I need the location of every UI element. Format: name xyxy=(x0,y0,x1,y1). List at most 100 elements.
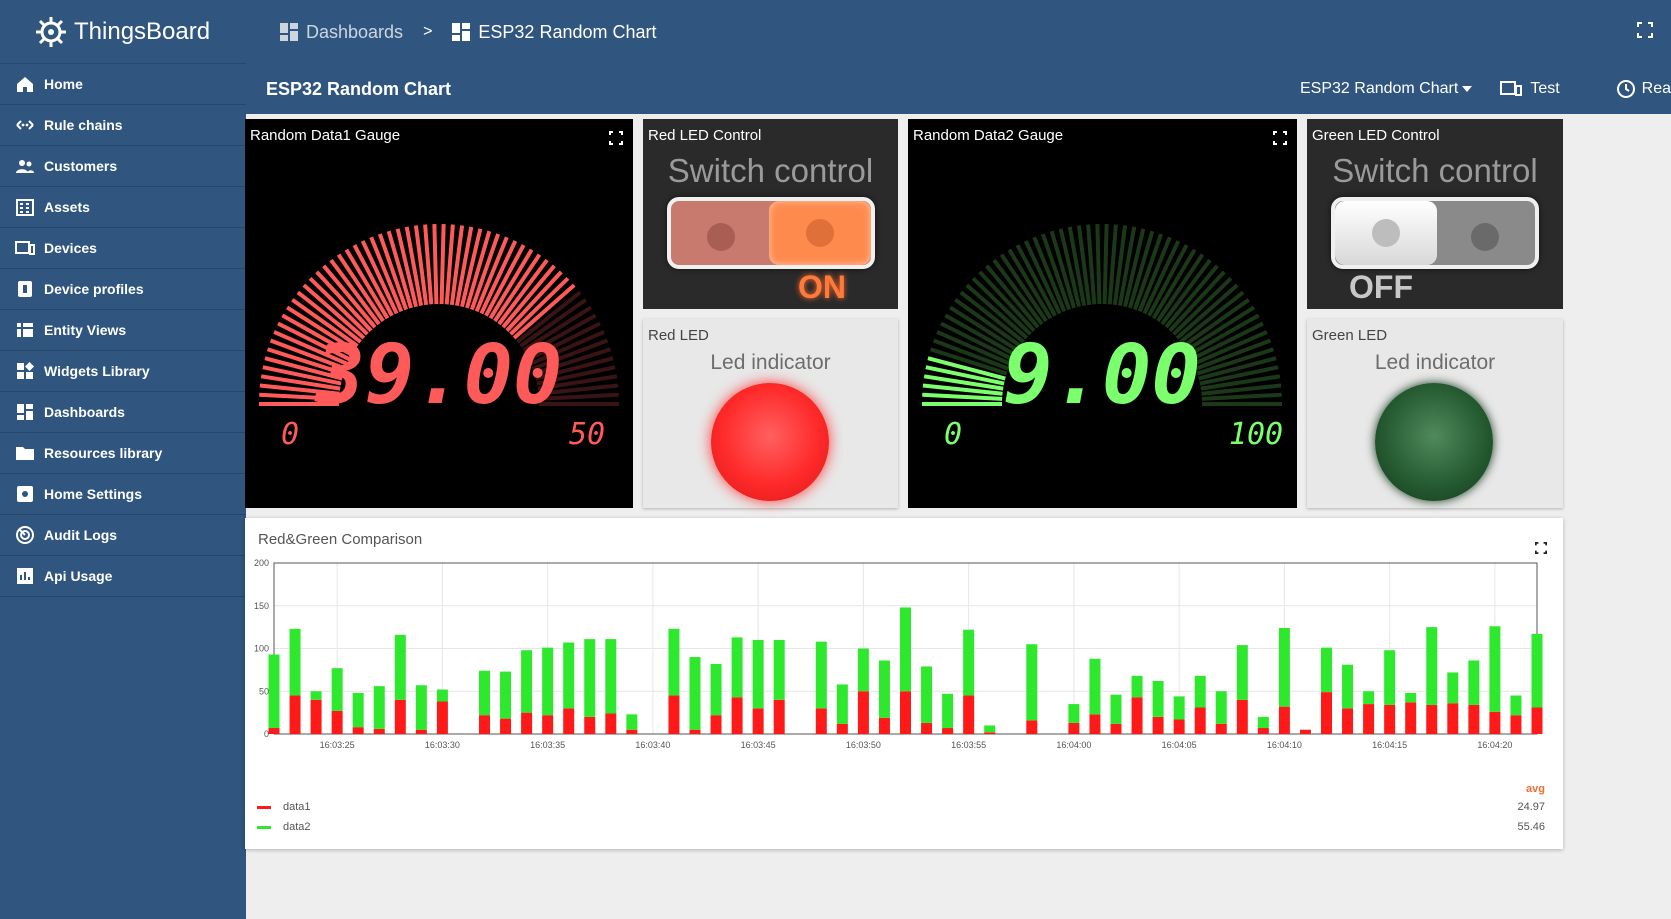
sidebar-item-devices[interactable]: Devices xyxy=(0,228,246,269)
bar-data1 xyxy=(1194,707,1206,734)
entity-alias-button[interactable]: Test xyxy=(1500,80,1587,98)
x-tick-label: 16:04:15 xyxy=(1372,740,1407,750)
bar-data2 xyxy=(689,657,701,730)
gauge-tick xyxy=(432,224,439,305)
y-tick-label: 50 xyxy=(259,686,269,696)
logo[interactable]: ThingsBoard xyxy=(0,0,246,64)
logo-text: ThingsBoard xyxy=(74,17,211,45)
sidebar-item-label: Device profiles xyxy=(44,281,144,297)
bar-data1 xyxy=(1405,702,1417,734)
sidebar-item-widgets-library[interactable]: Widgets Library xyxy=(0,351,246,392)
bar-data2 xyxy=(415,685,427,730)
bar-data2 xyxy=(1026,644,1038,721)
bar-data2 xyxy=(1405,692,1417,703)
legend-item-data1[interactable]: data1 xyxy=(257,801,311,813)
bar-data1 xyxy=(268,728,280,734)
fullscreen-icon[interactable] xyxy=(1535,542,1547,554)
bar-data1 xyxy=(878,717,890,734)
legend-avg-value: 55.46 xyxy=(1517,821,1545,833)
bar-data2 xyxy=(1068,704,1080,723)
widgets-icon xyxy=(14,361,36,381)
gauge-tick xyxy=(1102,224,1109,305)
gauge-tick xyxy=(1201,392,1282,401)
bar-data1 xyxy=(1426,704,1438,734)
bar-data2 xyxy=(268,654,280,729)
thingsboard-logo-icon xyxy=(36,16,66,47)
red-led-indicator xyxy=(711,383,829,501)
gauge-max-label: 50 xyxy=(569,417,605,452)
sidebar-item-home[interactable]: Home xyxy=(0,64,246,105)
sidebar-item-api-usage[interactable]: Api Usage xyxy=(0,556,246,597)
sidebar-item-entity-views[interactable]: Entity Views xyxy=(0,310,246,351)
bar-data1 xyxy=(542,715,554,734)
bar-data2 xyxy=(1468,660,1480,705)
bar-data1 xyxy=(1152,716,1164,734)
bar-data1 xyxy=(752,708,764,734)
sidebar-item-label: Home xyxy=(44,76,83,92)
gauge-value: 39.00 xyxy=(314,328,563,423)
bar-data2 xyxy=(710,663,722,716)
bar-data1 xyxy=(1110,723,1122,734)
bar-data1 xyxy=(479,715,490,734)
toggle-dot-icon xyxy=(806,219,834,247)
chart-title: Red&Green Comparison xyxy=(258,531,423,548)
sidebar-item-label: Audit Logs xyxy=(44,527,118,543)
bar-data1 xyxy=(668,695,680,734)
bar-data1 xyxy=(921,722,933,734)
sidebar-item-audit-logs[interactable]: Audit Logs xyxy=(0,515,246,556)
fullscreen-icon[interactable] xyxy=(1637,22,1653,38)
bar-data1 xyxy=(900,691,911,734)
bar-data2 xyxy=(479,670,490,716)
x-tick-label: 16:03:50 xyxy=(846,740,881,750)
bar-data1 xyxy=(942,728,954,734)
settings-icon xyxy=(14,484,36,504)
sidebar-item-rule-chains[interactable]: Rule chains xyxy=(0,105,246,146)
bar-data1 xyxy=(394,699,406,734)
red-led-toggle[interactable] xyxy=(667,197,875,269)
device-profiles-icon xyxy=(14,279,36,299)
sidebar-item-label: Assets xyxy=(44,199,90,215)
breadcrumb-dashboards-link[interactable]: Dashboards xyxy=(306,22,403,43)
bar-data2 xyxy=(1257,716,1269,729)
switch-label: Switch control xyxy=(1332,152,1538,189)
bar-data2 xyxy=(1426,627,1438,705)
bar-data2 xyxy=(500,671,512,719)
digital-gauge: 9.00 0 100 xyxy=(922,224,1283,452)
bar-data1 xyxy=(1510,715,1522,734)
bar-data2 xyxy=(436,689,448,702)
switch-state-label: ON xyxy=(798,269,846,305)
led-label: Led indicator xyxy=(1374,351,1496,374)
led-widget-red: Red LED Led indicator xyxy=(643,319,898,508)
sidebar-item-label: Dashboards xyxy=(44,404,125,420)
bar-data2 xyxy=(1363,691,1375,705)
bar-data1 xyxy=(563,708,575,734)
bar-data1 xyxy=(1489,711,1501,734)
bar-data1 xyxy=(352,727,364,734)
bar-data2 xyxy=(626,714,638,730)
bar-data1 xyxy=(289,695,301,734)
legend-item-data2[interactable]: data2 xyxy=(257,821,311,833)
sidebar-item-label: Resources library xyxy=(44,445,163,461)
state-selector[interactable]: ESP32 Random Chart xyxy=(1300,80,1473,98)
bar-data2 xyxy=(521,650,533,713)
y-tick-label: 0 xyxy=(264,729,269,739)
green-led-toggle[interactable] xyxy=(1331,197,1539,269)
breadcrumb: Dashboards > ESP32 Random Chart xyxy=(280,22,657,43)
sidebar-item-dashboards[interactable]: Dashboards xyxy=(0,392,246,433)
bar-data1 xyxy=(1468,704,1480,734)
x-tick-label: 16:03:25 xyxy=(320,740,355,750)
sidebar-item-assets[interactable]: Assets xyxy=(0,187,246,228)
dashboards-icon xyxy=(14,402,36,422)
sidebar-item-device-profiles[interactable]: Device profiles xyxy=(0,269,246,310)
sidebar-item-resources-library[interactable]: Resources library xyxy=(0,433,246,474)
timewindow-button[interactable]: Realti xyxy=(1616,79,1671,99)
bar-data1 xyxy=(963,695,975,734)
bar-data2 xyxy=(1110,694,1122,724)
sidebar-item-customers[interactable]: Customers xyxy=(0,146,246,187)
bar-data2 xyxy=(731,637,743,698)
folder-icon xyxy=(14,443,36,463)
sidebar-item-home-settings[interactable]: Home Settings xyxy=(0,474,246,515)
y-tick-label: 100 xyxy=(254,644,269,654)
bar-data2 xyxy=(857,648,869,692)
bar-data1 xyxy=(415,729,427,734)
